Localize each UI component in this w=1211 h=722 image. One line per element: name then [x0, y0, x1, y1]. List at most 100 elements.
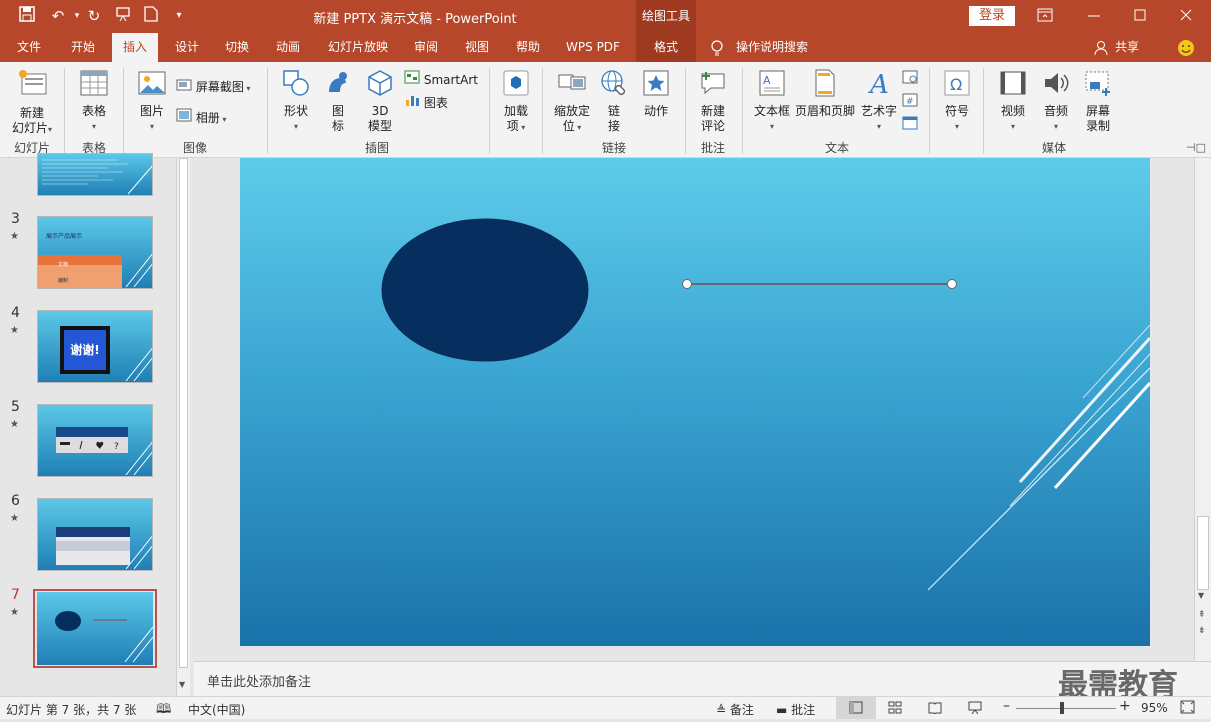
audio-button[interactable]: 音频 ▾ [1036, 68, 1076, 134]
scroll-down-arrow-icon[interactable]: ▼ [179, 680, 185, 689]
slide-counter: 幻灯片 第 7 张，共 7 张 [6, 703, 137, 717]
header-footer-label: 页眉和页脚 [794, 104, 855, 118]
date-time-icon[interactable] [902, 70, 918, 87]
ribbon: 新建 幻灯片▾ 表格 ▾ 图片 ▾ 屏幕截图 ▾ 相册 ▾ 形状 ▾ 图 标 3… [0, 62, 1211, 158]
group-label-links: 链接 [601, 141, 626, 155]
ribbon-display-options-icon[interactable] [1037, 8, 1057, 24]
reading-view-icon[interactable] [928, 701, 942, 717]
tab-view[interactable]: 视图 [456, 33, 498, 62]
smiley-icon[interactable] [1177, 39, 1195, 60]
smartart-label: SmartArt [423, 73, 478, 87]
new-file-icon[interactable] [140, 6, 162, 26]
group-label-text: 文本 [824, 141, 849, 155]
new-comment-button[interactable]: 新建 评论 [692, 68, 734, 134]
smartart-button[interactable]: SmartArt [404, 70, 484, 88]
table-button[interactable]: 表格 ▾ [72, 68, 116, 134]
tab-wps-pdf[interactable]: WPS PDF [558, 33, 628, 62]
chart-button[interactable]: 图表 [404, 93, 464, 111]
close-icon[interactable] [1178, 8, 1198, 24]
thumbnail-slide-2[interactable] [37, 153, 153, 196]
minimize-icon[interactable] [1086, 8, 1106, 24]
redo-icon[interactable]: ↻ [83, 6, 105, 26]
smartart-icon [404, 70, 424, 87]
language-indicator[interactable]: 中文(中国) [188, 701, 245, 718]
line-end-handle[interactable] [947, 279, 957, 289]
video-button[interactable]: 视频 ▾ [993, 68, 1033, 134]
present-from-start-icon[interactable] [112, 6, 134, 26]
object-icon[interactable] [902, 116, 918, 133]
slide-sorter-icon[interactable] [888, 701, 902, 717]
pin-ribbon-icon[interactable]: ⊣□ [1186, 141, 1206, 154]
fit-slide-icon[interactable] [1180, 700, 1195, 717]
tab-home[interactable]: 开始 [62, 33, 104, 62]
login-button[interactable]: 登录 [969, 6, 1015, 26]
editor-scrollbar[interactable]: ▼ ⇞ ⇟ [1194, 158, 1211, 661]
wordart-button[interactable]: A 艺术字 ▾ [858, 68, 900, 134]
symbol-button[interactable]: Ω 符号 ▾ [938, 68, 976, 134]
thumbnails-scrollbar[interactable]: ▼ [176, 158, 190, 696]
scroll-down-arrow-icon[interactable]: ▼ [1198, 591, 1204, 600]
notes-toggle-button[interactable]: ≜ 备注 [716, 701, 754, 718]
textbox-button[interactable]: A 文本框 ▾ [750, 68, 794, 134]
zoom-button[interactable]: 缩放定 位 ▾ [548, 68, 596, 135]
addins-button[interactable]: 加载 项 ▾ [495, 68, 537, 135]
tab-animations[interactable]: 动画 [267, 33, 309, 62]
zoom-level[interactable]: 95% [1141, 701, 1168, 715]
animation-star-icon: ★ [10, 513, 19, 524]
slide-number-icon[interactable]: # [902, 93, 918, 110]
comments-toggle-label: 批注 [791, 703, 816, 717]
link-button[interactable]: 链 接 [598, 68, 630, 134]
tab-design[interactable]: 设计 [166, 33, 208, 62]
tab-insert[interactable]: 插入 [112, 33, 158, 62]
svg-text:#: # [906, 97, 914, 107]
picture-button[interactable]: 图片 ▾ [130, 68, 174, 134]
thumbnail-slide-7[interactable] [37, 592, 153, 665]
thumbnail-slide-6[interactable] [37, 498, 153, 571]
tab-format[interactable]: 格式 [636, 33, 696, 62]
customize-qat-icon[interactable]: ▾ [168, 6, 190, 26]
animation-star-icon: ★ [10, 325, 19, 336]
comments-toggle-button[interactable]: ▬ 批注 [776, 701, 815, 718]
screen-record-button[interactable]: 屏幕 录制 [1078, 68, 1118, 134]
normal-view-button[interactable] [836, 697, 876, 719]
animation-star-icon: ★ [10, 419, 19, 430]
thumbnails-scroll-thumb[interactable] [179, 158, 188, 668]
thumbnail-number-3: 3 [11, 211, 20, 227]
thumbnail-slide-3[interactable]: 展示产品展示 文档 编制 [37, 216, 153, 289]
share-button[interactable]: 共享 [1112, 33, 1142, 62]
header-footer-button[interactable]: 页眉和页脚 [794, 68, 856, 119]
maximize-icon[interactable] [1132, 8, 1152, 24]
svg-text:Ω: Ω [950, 75, 962, 94]
normal-view-icon [849, 701, 863, 714]
save-icon[interactable] [16, 6, 38, 26]
slide-canvas[interactable] [240, 158, 1150, 646]
tab-review[interactable]: 审阅 [405, 33, 447, 62]
album-button[interactable]: 相册 ▾ [176, 108, 246, 127]
zoom-out-icon[interactable]: – [1003, 698, 1010, 714]
icons-button[interactable]: 图 标 [320, 68, 356, 134]
screenshot-button[interactable]: 屏幕截图 ▾ [176, 77, 256, 96]
new-slide-button[interactable]: 新建 幻灯片▾ [6, 68, 58, 137]
line-start-handle[interactable] [682, 279, 692, 289]
thumbnail-slide-4[interactable]: 谢谢! [37, 310, 153, 383]
tell-me-search[interactable]: 操作说明搜索 [736, 33, 816, 62]
slideshow-view-icon[interactable] [968, 701, 982, 717]
editor-scroll-thumb[interactable] [1197, 516, 1209, 590]
next-slide-icon[interactable]: ⇟ [1198, 626, 1206, 636]
thumbnail-slide-5[interactable]: ? [37, 404, 153, 477]
tab-transitions[interactable]: 切换 [216, 33, 258, 62]
screenshot-label: 屏幕截图 [195, 80, 244, 94]
shapes-button[interactable]: 形状 ▾ [274, 68, 318, 134]
zoom-in-icon[interactable]: + [1119, 698, 1131, 714]
tab-slideshow[interactable]: 幻灯片放映 [318, 33, 398, 62]
tab-file[interactable]: 文件 [8, 33, 50, 62]
tab-help[interactable]: 帮助 [507, 33, 549, 62]
previous-slide-icon[interactable]: ⇞ [1198, 610, 1206, 620]
chart-icon [404, 96, 424, 110]
action-button[interactable]: 动作 [637, 68, 675, 119]
ellipse-shape[interactable] [381, 218, 589, 362]
3d-models-button[interactable]: 3D 模型 [360, 68, 400, 134]
notes-placeholder[interactable]: 单击此处添加备注 [207, 671, 311, 690]
zoom-slider-thumb[interactable] [1060, 702, 1064, 714]
zoom-slider[interactable] [1016, 708, 1116, 709]
